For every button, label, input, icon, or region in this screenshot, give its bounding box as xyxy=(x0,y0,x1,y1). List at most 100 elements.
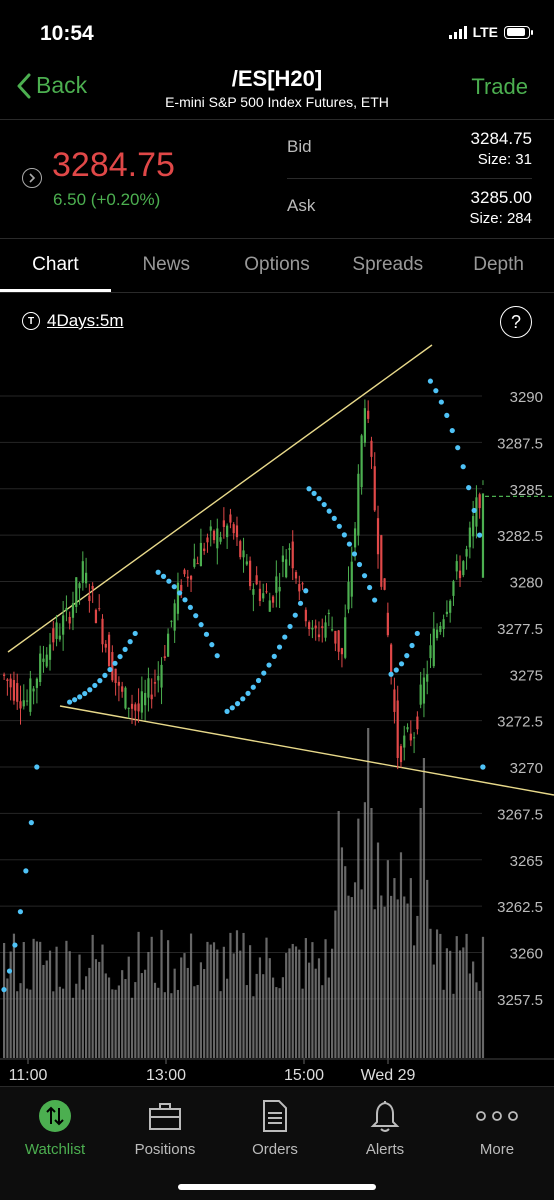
candle-body xyxy=(327,612,330,614)
expand-quote-icon[interactable] xyxy=(22,168,42,188)
candle-body xyxy=(262,593,265,599)
candle-body xyxy=(144,692,147,706)
candle-body xyxy=(321,626,324,629)
psar-dot xyxy=(214,653,220,659)
candle-body xyxy=(275,576,278,593)
volume-bar xyxy=(65,940,68,1058)
psar-dot xyxy=(471,507,477,514)
volume-bar xyxy=(58,986,61,1058)
psar-dot xyxy=(224,708,230,714)
psar-dot xyxy=(177,590,183,596)
volume-bar xyxy=(6,978,9,1058)
candle-body xyxy=(455,561,458,572)
psar-dot xyxy=(155,569,161,575)
psar-dot xyxy=(266,662,272,668)
tab-chart[interactable]: Chart xyxy=(0,240,111,292)
candle-body xyxy=(301,583,304,585)
candle-body xyxy=(173,603,176,631)
volume-bar xyxy=(45,960,48,1058)
candle-body xyxy=(121,686,124,692)
tab-spreads[interactable]: Spreads xyxy=(332,240,443,292)
volume-bar xyxy=(167,940,170,1058)
volume-bar xyxy=(147,951,150,1058)
psar-dot xyxy=(361,573,368,579)
tabbar-orders-label: Orders xyxy=(252,1141,298,1158)
candle-body xyxy=(52,628,55,643)
psar-dot xyxy=(388,671,394,677)
candle-body xyxy=(65,607,68,611)
candle-body xyxy=(291,541,294,569)
volume-bar xyxy=(419,808,422,1058)
volume-bar xyxy=(278,988,281,1058)
tabbar-positions[interactable]: Positions xyxy=(110,1093,220,1158)
help-button[interactable]: ? xyxy=(500,306,532,338)
tabbar-watchlist[interactable]: Watchlist xyxy=(0,1093,110,1158)
trade-button[interactable]: Trade xyxy=(471,74,528,100)
volume-bar xyxy=(173,968,176,1058)
candle-body xyxy=(334,630,337,644)
candle-body xyxy=(344,617,347,658)
volume-bar xyxy=(16,991,19,1058)
volume-bar xyxy=(94,959,98,1058)
volume-bar xyxy=(291,943,294,1058)
x-tick-label: Wed 29 xyxy=(361,1067,416,1084)
network-type: LTE xyxy=(472,24,498,40)
volume-bar xyxy=(383,906,386,1058)
candle-body xyxy=(239,541,242,558)
price-chart[interactable]: 3290 3287.5 3285 3282.5 3280 3277.5 3275 3272.5… xyxy=(0,340,554,1084)
candle-body xyxy=(153,682,157,684)
volume-bar xyxy=(111,989,114,1058)
volume-bar xyxy=(416,915,419,1058)
candles xyxy=(3,399,485,770)
psar-dot xyxy=(414,630,420,637)
volume-bar xyxy=(304,938,307,1058)
candle-body xyxy=(160,664,163,688)
candle-body xyxy=(186,576,189,579)
psar-dot xyxy=(72,697,78,703)
tab-depth[interactable]: Depth xyxy=(443,240,554,292)
volume-bar xyxy=(203,969,206,1058)
tabbar-more-label: More xyxy=(479,1141,515,1158)
psar-dot xyxy=(187,604,193,611)
volume-bar xyxy=(360,889,363,1058)
tabbar-orders[interactable]: Orders xyxy=(220,1093,330,1158)
candle-body xyxy=(101,618,104,645)
period-selector[interactable]: T 4Days:5m xyxy=(22,311,124,331)
psar-dot xyxy=(234,701,241,707)
ask-size: Size: 284 xyxy=(469,210,532,227)
volume-bar xyxy=(268,958,271,1058)
volume-bar xyxy=(216,949,219,1058)
tabbar-more[interactable]: More xyxy=(442,1093,552,1158)
tab-news[interactable]: News xyxy=(111,240,222,292)
psar-dot xyxy=(444,412,450,418)
x-axis-labels: 11:00 13:00 15:00 Wed 29 xyxy=(0,1058,554,1084)
psar-dot xyxy=(341,532,347,538)
candle-body xyxy=(281,555,284,562)
volume-bar xyxy=(32,938,35,1058)
volume-bar xyxy=(357,818,360,1058)
tabbar-alerts[interactable]: Alerts xyxy=(330,1093,440,1158)
home-indicator xyxy=(178,1184,376,1190)
candle-body xyxy=(432,628,435,667)
candle-body xyxy=(104,643,107,648)
x-tick-label: 11:00 xyxy=(9,1067,48,1084)
candle-body xyxy=(170,620,173,622)
candle-body xyxy=(68,616,71,624)
candle-body xyxy=(196,563,199,565)
volume-bar xyxy=(472,961,475,1058)
briefcase-icon xyxy=(149,1103,181,1130)
tab-options[interactable]: Options xyxy=(222,240,333,292)
psar-dot xyxy=(240,696,246,702)
volume-bar xyxy=(363,802,366,1058)
candle-body xyxy=(12,680,16,701)
volume-bar xyxy=(344,866,347,1058)
bid-price[interactable]: 3284.75 xyxy=(471,129,532,149)
candle-body xyxy=(396,700,399,758)
candle-body xyxy=(55,622,58,639)
psar-dot xyxy=(460,464,466,470)
psar-dot xyxy=(87,687,93,693)
volume-bar xyxy=(226,978,229,1058)
psar-dot xyxy=(372,597,378,603)
psar-dot xyxy=(17,909,23,915)
ask-price[interactable]: 3285.00 xyxy=(471,188,532,208)
